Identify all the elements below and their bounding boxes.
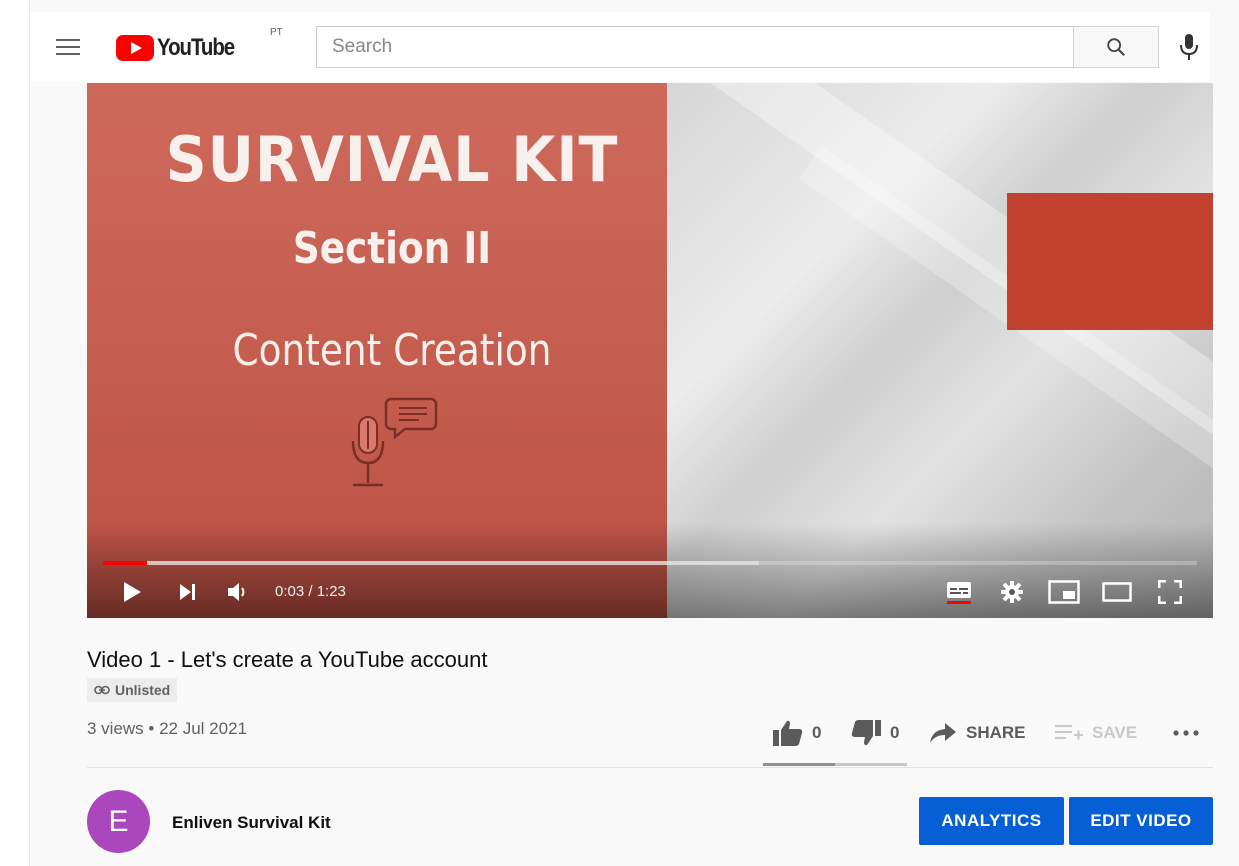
play-button[interactable]: [119, 577, 145, 607]
youtube-logo[interactable]: YouTube PT: [116, 27, 283, 63]
theater-mode-icon: [1102, 582, 1132, 602]
divider: [87, 767, 1213, 768]
fullscreen-button[interactable]: [1155, 577, 1185, 607]
microphone-icon: [1180, 34, 1198, 60]
share-label: SHARE: [966, 723, 1026, 742]
progress-bar[interactable]: [103, 561, 1197, 565]
save-label: SAVE: [1092, 723, 1138, 742]
country-code: PT: [270, 27, 283, 38]
controls-gradient: [87, 523, 1213, 618]
slide-topic: Content Creation: [232, 325, 552, 376]
channel-name[interactable]: Enliven Survival Kit: [172, 813, 331, 833]
thumbs-down-icon: [851, 720, 881, 746]
share-button[interactable]: SHARE: [928, 713, 1026, 753]
slide-subtitle: Section II: [292, 223, 492, 274]
theater-mode-button[interactable]: [1100, 577, 1134, 607]
slide-title: SURVIVAL KIT: [165, 123, 619, 196]
more-horizontal-icon: [1173, 730, 1199, 736]
podcast-microphone-icon: [351, 397, 438, 487]
fullscreen-icon: [1158, 580, 1182, 604]
badge-label: Unlisted: [115, 682, 171, 698]
link-icon: [94, 685, 110, 695]
window-edge: [0, 0, 30, 866]
dislike-count: 0: [890, 723, 900, 742]
miniplayer-button[interactable]: [1047, 577, 1081, 607]
voice-search-button[interactable]: [1175, 30, 1203, 64]
settings-button[interactable]: [997, 577, 1027, 607]
progress-played: [103, 561, 147, 565]
hamburger-menu-icon[interactable]: [56, 39, 80, 57]
add-to-playlist-icon: [1055, 725, 1083, 740]
masthead: YouTube PT Search: [30, 12, 1210, 82]
progress-buffered: [103, 561, 760, 565]
slide-red-block: [1007, 193, 1213, 330]
analytics-button[interactable]: ANALYTICS: [919, 797, 1064, 845]
share-icon: [930, 723, 956, 743]
channel-avatar[interactable]: E: [87, 790, 150, 853]
thumbs-up-icon: [773, 720, 803, 746]
subtitles-icon: [947, 582, 971, 604]
more-actions-button[interactable]: [1172, 713, 1200, 753]
sentiment-like-fill: [763, 763, 835, 766]
miniplayer-icon: [1048, 580, 1080, 604]
like-count: 0: [812, 723, 822, 742]
video-meta: 3 views • 22 Jul 2021: [87, 719, 247, 738]
save-button[interactable]: SAVE: [1054, 713, 1137, 753]
time-display: 0:03 / 1:23: [275, 583, 346, 600]
search-button[interactable]: [1073, 26, 1159, 68]
volume-button[interactable]: [225, 577, 251, 607]
subtitles-button[interactable]: [943, 577, 975, 607]
youtube-play-logo-icon: [116, 35, 154, 61]
volume-icon: [228, 583, 245, 601]
like-button[interactable]: 0: [772, 713, 821, 753]
sentiment-bar: [763, 763, 907, 766]
unlisted-badge: Unlisted: [87, 678, 178, 702]
settings-gear-icon: [1001, 581, 1023, 603]
play-icon: [124, 582, 141, 602]
edit-video-button[interactable]: EDIT VIDEO: [1069, 797, 1213, 845]
next-button[interactable]: [175, 577, 201, 607]
video-title: Video 1 - Let's create a YouTube account: [87, 647, 488, 672]
next-icon: [180, 584, 195, 600]
logo-text: YouTube: [157, 34, 235, 61]
search-icon: [1107, 38, 1125, 56]
search-input[interactable]: Search: [316, 26, 1074, 68]
dislike-button[interactable]: 0: [850, 713, 899, 753]
video-player[interactable]: SURVIVAL KIT Section II Content Creation: [87, 83, 1213, 618]
